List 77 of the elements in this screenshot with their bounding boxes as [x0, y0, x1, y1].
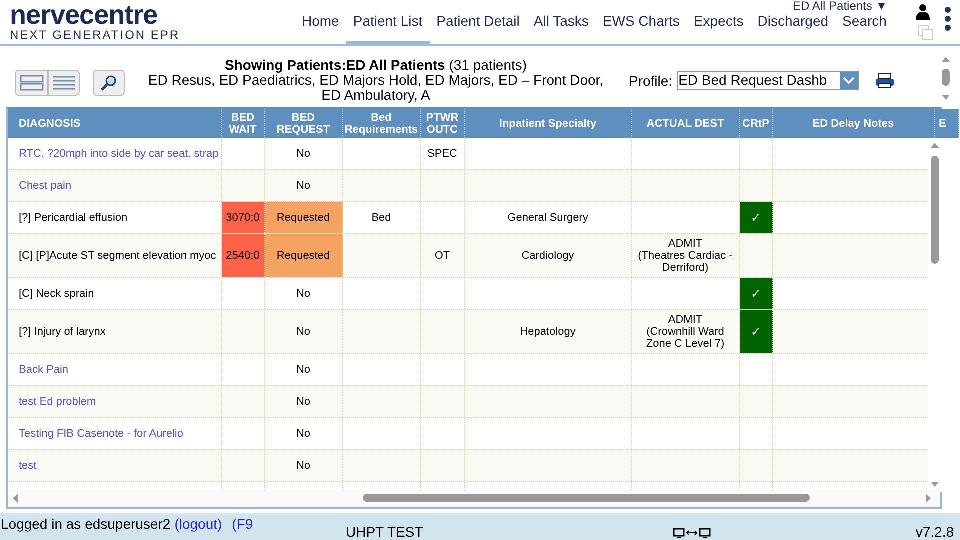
profile-label: Profile:: [629, 72, 673, 91]
table-cell: SPEC: [428, 148, 458, 160]
vertical-scrollbar[interactable]: [928, 138, 942, 492]
diagnosis-text: [C] [P]Acute ST segment elevation myoc: [19, 250, 216, 262]
nav-tab[interactable]: Patient Detail: [430, 13, 527, 44]
table-cell-text: ADMIT (Theatres Cardiac - Derriford): [637, 238, 734, 274]
brand-tagline: NEXT GENERATION EPR: [10, 29, 180, 42]
bed-request-status: Requested: [276, 212, 330, 224]
column-header[interactable]: DIAGNOSIS: [19, 118, 81, 130]
diagnosis-text: [C] Neck sprain: [19, 288, 94, 300]
brand-logo: nervecentre: [10, 1, 158, 29]
nav-tab[interactable]: All Tasks: [526, 13, 596, 44]
location-list: ED Resus, ED Paediatrics, ED Majors Hold, ED Majors, ED – Front Door, ED Ambulatory, A: [141, 73, 611, 103]
table-cell: Cardiology: [522, 250, 574, 262]
person-icon[interactable]: [916, 4, 930, 20]
diagnosis-text[interactable]: test: [19, 460, 37, 472]
column-header[interactable]: ED Delay Notes: [812, 118, 894, 130]
list-view-icon: [53, 76, 75, 90]
profile-dropdown[interactable]: ED Bed Request Dashb: [676, 71, 859, 90]
check-mark: ✓: [751, 212, 761, 224]
bed-request-status: No: [296, 148, 311, 160]
table-cell: OT: [434, 250, 450, 262]
nav-tab[interactable]: Expects: [686, 13, 751, 44]
bed-wait-time: 3070:0: [226, 212, 260, 224]
table-cell: Hepatology: [520, 326, 576, 338]
table-cell-text: ADMIT (Crownhill Ward Zone C Level 7): [645, 314, 726, 350]
nav-tab[interactable]: Search: [836, 13, 894, 44]
check-mark: ✓: [751, 326, 761, 338]
column-header[interactable]: Inpatient Specialty: [499, 118, 597, 130]
list-title: Showing Patients:ED All Patients: [224, 57, 446, 73]
printer-icon[interactable]: [874, 73, 895, 89]
column-header[interactable]: BED WAIT: [222, 112, 264, 136]
patient-count: (31 patients): [449, 57, 528, 73]
bed-request-status: No: [296, 396, 311, 408]
diagnosis-text[interactable]: RTC. ?20mph into side by car seat. strap: [19, 148, 219, 160]
table-cell: General Surgery: [508, 212, 588, 224]
list-selector[interactable]: ED All Patients ▼: [793, 0, 888, 12]
bed-request-status: No: [296, 364, 311, 376]
bed-wait-time: 2540:0: [226, 250, 260, 262]
column-header[interactable]: CRtP: [742, 118, 770, 130]
screens-icon[interactable]: [673, 528, 712, 539]
card-view-button[interactable]: [15, 70, 48, 96]
nav-tab[interactable]: EWS Charts: [596, 13, 687, 44]
bed-request-status: No: [296, 460, 311, 472]
bed-request-status: Requested: [276, 250, 330, 262]
chevron-down-icon: [842, 76, 855, 84]
diagnosis-text[interactable]: test Ed problem: [19, 396, 96, 408]
bed-request-status: No: [296, 326, 311, 338]
column-header[interactable]: E: [939, 118, 946, 130]
column-header[interactable]: BED REQUEST: [265, 112, 342, 136]
card-view-icon: [20, 75, 44, 91]
horizontal-scrollbar[interactable]: [8, 490, 940, 507]
diagnosis-text[interactable]: Back Pain: [19, 364, 69, 376]
diagnosis-text[interactable]: Testing FIB Casenote - for Aurelio: [19, 428, 184, 440]
diagnosis-text[interactable]: Chest pain: [19, 180, 72, 192]
diagnosis-text: [?] Injury of larynx: [19, 326, 106, 338]
list-view-button[interactable]: [48, 70, 80, 96]
bed-request-status: No: [296, 180, 311, 192]
search-icon: [101, 75, 117, 91]
lock-link[interactable]: (F9: [232, 516, 254, 532]
logged-in-user: Logged in as edsuperuser2: [1, 516, 171, 532]
search-button[interactable]: [93, 70, 125, 96]
nav-tab[interactable]: Home: [295, 13, 346, 44]
check-mark: ✓: [751, 288, 761, 300]
copy-icon[interactable]: [918, 25, 934, 41]
version-label: v7.2.8: [916, 523, 954, 540]
environment-label: UHPT TEST: [346, 523, 424, 540]
diagnosis-text: [?] Pericardial effusion: [19, 212, 128, 224]
column-header[interactable]: PTWR OUTC: [421, 112, 464, 136]
bed-request-status: No: [296, 428, 311, 440]
column-header[interactable]: ACTUAL DEST: [646, 118, 724, 130]
table-cell: Bed: [372, 212, 392, 224]
logout-link[interactable]: (logout): [174, 516, 222, 532]
more-icon[interactable]: [944, 6, 952, 32]
bed-request-status: No: [296, 288, 311, 300]
nav-tab[interactable]: Discharged: [750, 13, 836, 44]
column-header[interactable]: Bed Requirements: [343, 112, 420, 136]
